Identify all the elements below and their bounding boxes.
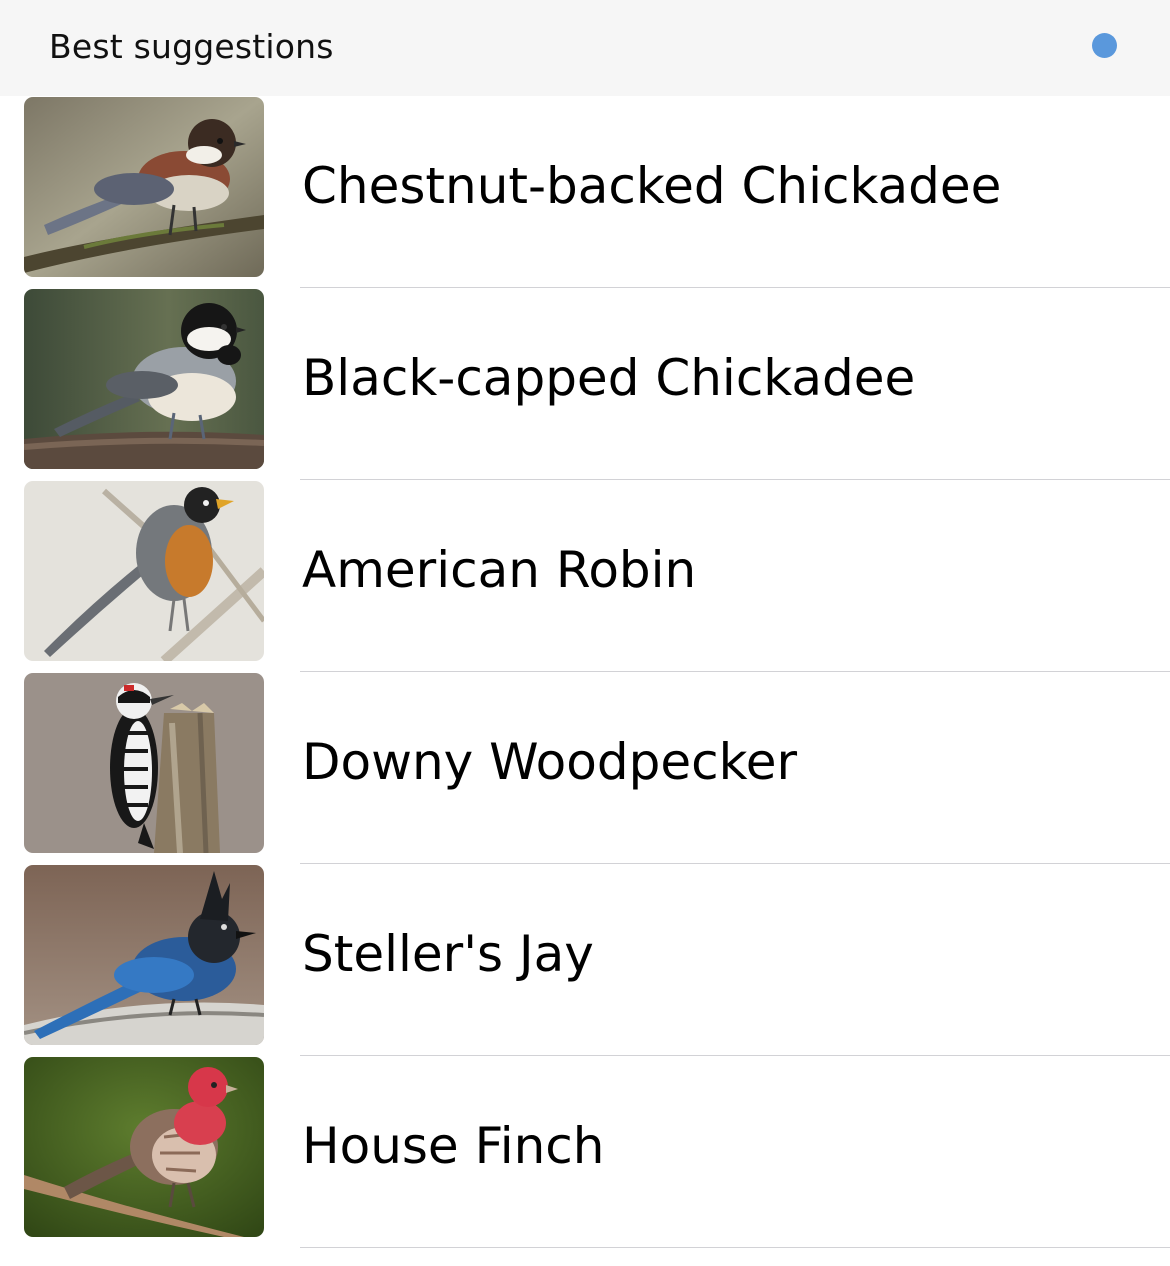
suggestion-row-downy-woodpecker[interactable]: Downy Woodpecker bbox=[0, 672, 1170, 864]
suggestion-label: Chestnut-backed Chickadee bbox=[302, 157, 1002, 215]
suggestion-label: Black-capped Chickadee bbox=[302, 349, 916, 407]
suggestion-row-house-finch[interactable]: House Finch bbox=[0, 1056, 1170, 1248]
row-divider bbox=[300, 1246, 1170, 1248]
suggestion-label: House Finch bbox=[302, 1117, 605, 1175]
suggestion-list: Chestnut-backed Chickadee Black-capped C… bbox=[0, 96, 1170, 1248]
suggestion-label: American Robin bbox=[302, 541, 697, 599]
stellers-jay-photo bbox=[24, 865, 264, 1045]
suggestion-row-american-robin[interactable]: American Robin bbox=[0, 480, 1170, 672]
status-dot-icon bbox=[1092, 33, 1117, 58]
suggestion-row-chestnut-backed-chickadee[interactable]: Chestnut-backed Chickadee bbox=[0, 96, 1170, 288]
chestnut-backed-chickadee-photo bbox=[24, 97, 264, 277]
black-capped-chickadee-photo bbox=[24, 289, 264, 469]
suggestions-header: Best suggestions bbox=[0, 0, 1170, 96]
header-title: Best suggestions bbox=[49, 27, 334, 66]
suggestion-label: Downy Woodpecker bbox=[302, 733, 798, 791]
suggestion-row-black-capped-chickadee[interactable]: Black-capped Chickadee bbox=[0, 288, 1170, 480]
american-robin-photo bbox=[24, 481, 264, 661]
downy-woodpecker-photo bbox=[24, 673, 264, 853]
suggestion-row-stellers-jay[interactable]: Steller's Jay bbox=[0, 864, 1170, 1056]
house-finch-photo bbox=[24, 1057, 264, 1237]
suggestion-label: Steller's Jay bbox=[302, 925, 594, 983]
